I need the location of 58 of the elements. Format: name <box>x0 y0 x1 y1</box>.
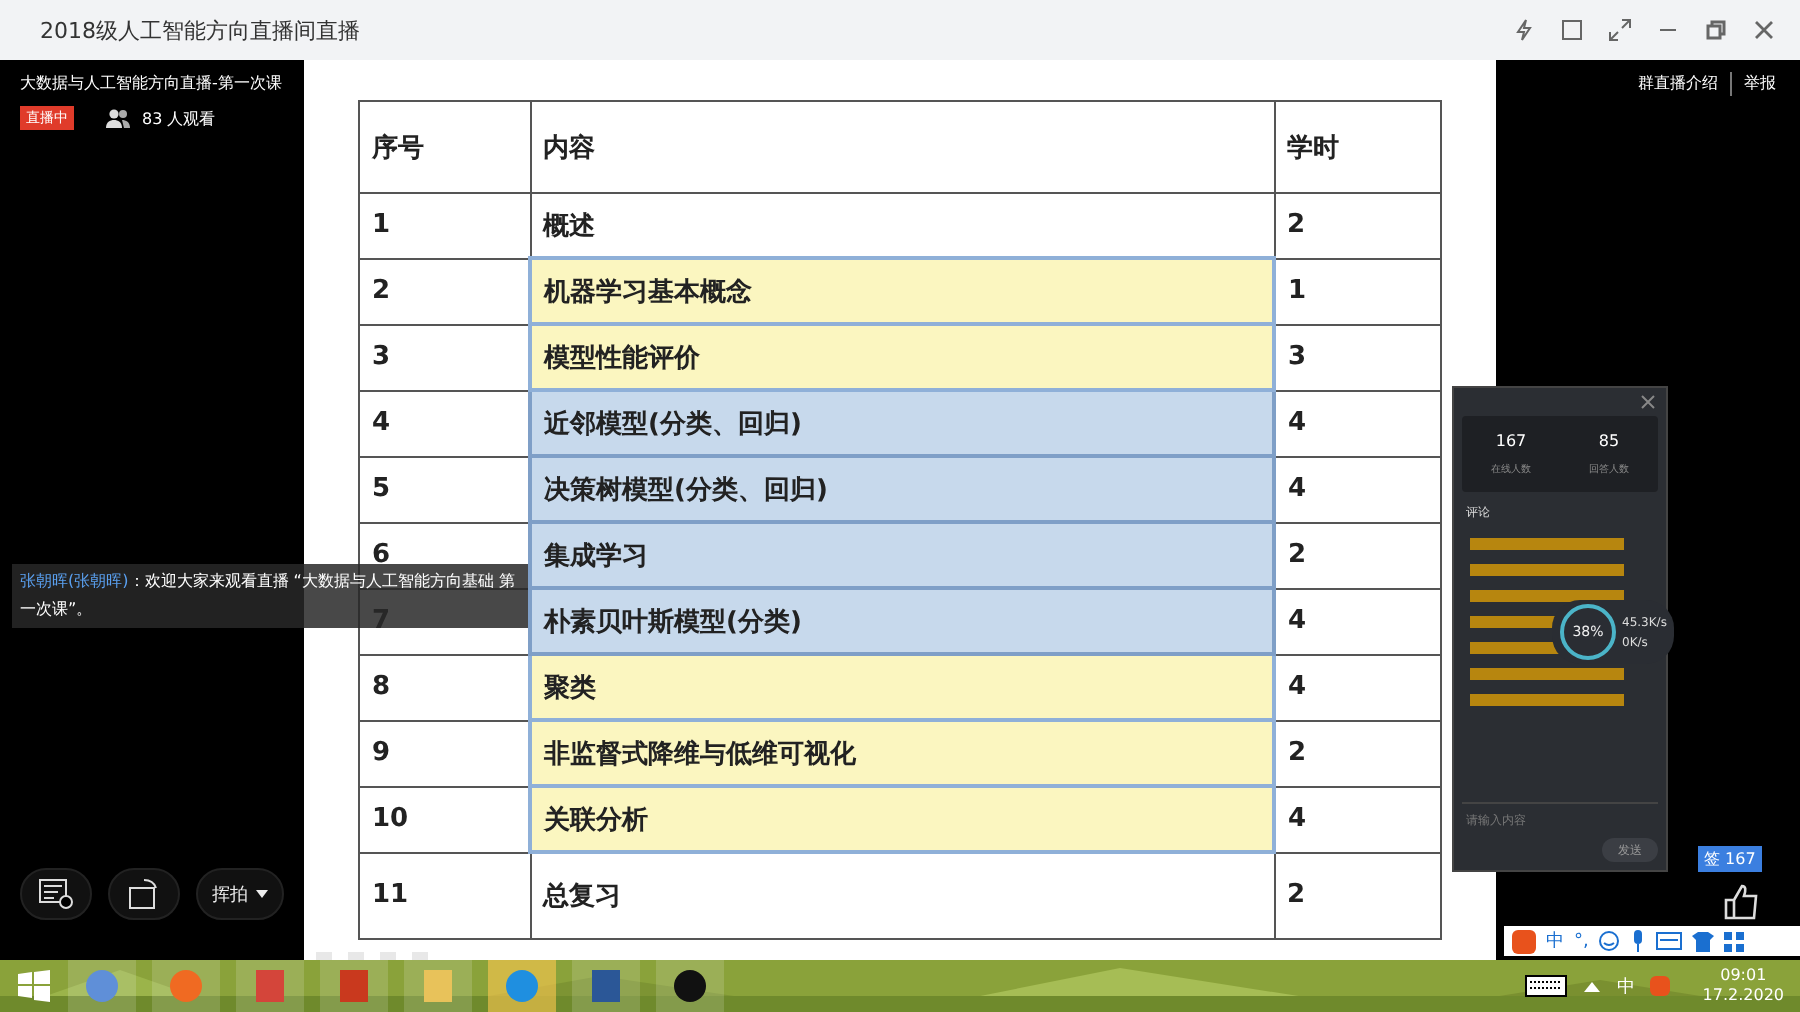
table-cell: 决策树模型(分类、回归) <box>530 456 1274 522</box>
table-cell: 聚类 <box>530 654 1274 720</box>
column-header: 序号 <box>359 101 530 193</box>
table-cell: 4 <box>1274 654 1441 720</box>
stat-value: 167 <box>1495 432 1527 450</box>
language-indicator[interactable]: 中 <box>1616 973 1635 999</box>
table-cell: 4 <box>1274 588 1441 654</box>
caret-icon[interactable] <box>1584 980 1601 992</box>
viewer-count: 83 人观看 <box>142 107 216 129</box>
close-icon[interactable] <box>1752 18 1776 42</box>
table-cell: 总复习 <box>530 852 1274 939</box>
mode-dropdown[interactable]: 挥拍 <box>196 868 284 920</box>
rotate-button[interactable] <box>108 868 180 920</box>
table-cell: 朴素贝叶斯模型(分类) <box>530 588 1274 654</box>
smiley-icon[interactable] <box>1598 930 1621 952</box>
clock[interactable]: 09:01 17.2.2020 <box>1702 966 1784 1006</box>
table-cell: 11 <box>359 852 530 939</box>
stream-title: 大数据与人工智能方向直播-第一次课 <box>20 72 284 94</box>
start-icon[interactable] <box>16 968 52 1004</box>
table-cell: 3 <box>1274 324 1441 390</box>
table-cell: 机器学习基本概念 <box>530 258 1274 324</box>
grid-icon[interactable] <box>1724 931 1745 951</box>
table-cell: 2 <box>1274 522 1441 588</box>
intro-link[interactable]: 群直播介绍 <box>1638 72 1718 96</box>
table-cell: 关联分析 <box>530 786 1274 852</box>
close-icon[interactable] <box>1640 394 1656 410</box>
ime-option[interactable]: °, <box>1574 931 1589 951</box>
column-header: 内容 <box>530 101 1274 193</box>
rotate-icon <box>126 878 162 910</box>
window-title: 2018级人工智能方向直播间直播 <box>40 15 360 45</box>
ime-option[interactable]: 中 <box>1546 928 1564 954</box>
table-cell: 集成学习 <box>530 522 1274 588</box>
table-cell: 2 <box>1274 720 1441 786</box>
report-link[interactable]: 举报 <box>1730 72 1776 96</box>
people-icon <box>106 108 130 128</box>
notes-icon <box>38 878 74 910</box>
thumbs-up-icon[interactable] <box>1724 884 1760 920</box>
shirt-icon[interactable] <box>1692 931 1715 951</box>
restore-icon[interactable] <box>1704 18 1728 42</box>
table-cell: 近邻模型(分类、回归) <box>530 390 1274 456</box>
keyboard-icon[interactable] <box>1524 974 1569 998</box>
microphone-icon[interactable] <box>1630 930 1647 952</box>
table-cell: 1 <box>359 193 530 258</box>
sign-in-button[interactable]: 签 167 <box>1698 846 1762 872</box>
table-cell: 非监督式降维与低维可视化 <box>530 720 1274 786</box>
window-icon[interactable] <box>1560 18 1584 42</box>
table-cell: 1 <box>1274 258 1441 324</box>
table-cell: 4 <box>1274 786 1441 852</box>
caret-icon <box>256 890 268 898</box>
notes-button[interactable] <box>20 868 92 920</box>
column-header: 学时 <box>1274 101 1441 193</box>
table-cell: 模型性能评价 <box>530 324 1274 390</box>
table-cell: 2 <box>1274 852 1441 939</box>
expand-icon[interactable] <box>1608 18 1632 42</box>
table-cell: 4 <box>1274 456 1441 522</box>
table-cell: 4 <box>1274 390 1441 456</box>
table-cell: 2 <box>1274 193 1441 258</box>
stat-value: 85 <box>1598 432 1620 450</box>
